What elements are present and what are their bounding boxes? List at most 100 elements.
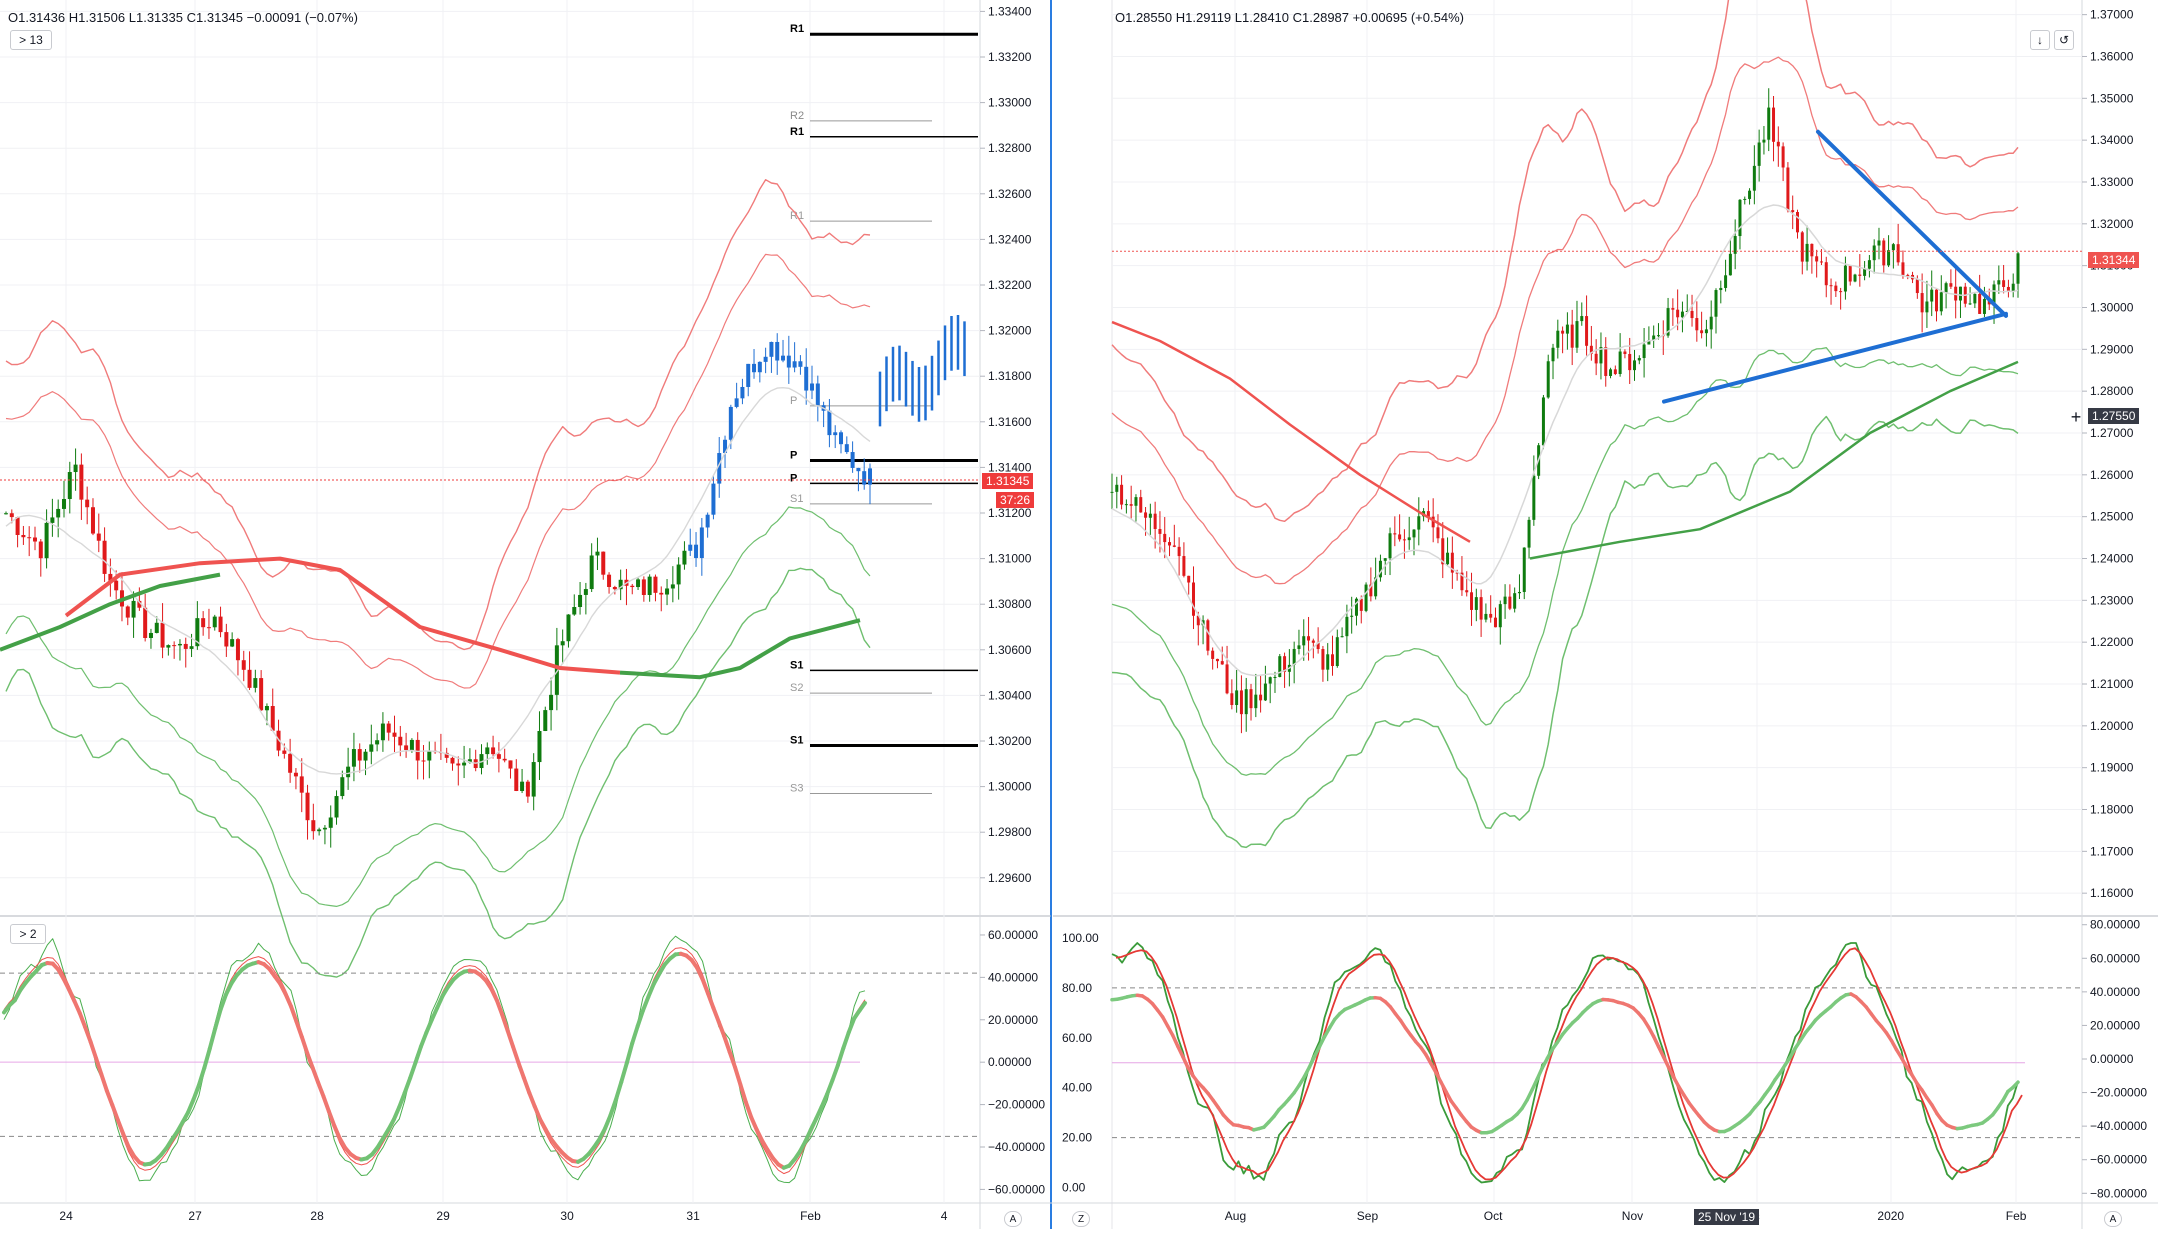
right-candle-body bbox=[1681, 312, 1684, 318]
right-candle-body bbox=[1417, 516, 1420, 529]
left-candle-body bbox=[271, 706, 275, 731]
right-price-tick-label: 1.37000 bbox=[2090, 8, 2134, 22]
indicators-collapse-button[interactable]: > 13 bbox=[10, 30, 52, 50]
left-osc-tick-label: 40.00000 bbox=[988, 970, 1038, 984]
right-candle-body bbox=[1772, 108, 1775, 142]
left-candle-body bbox=[381, 724, 385, 741]
right-osc-right-tick-label: −80.00000 bbox=[2090, 1186, 2147, 1200]
right-candle-body bbox=[1901, 262, 1904, 275]
left-price-tick-label: 1.32400 bbox=[988, 232, 1032, 246]
right-time-label: Feb bbox=[2006, 1209, 2027, 1223]
right-candle-body bbox=[1192, 583, 1195, 616]
right-red-ema bbox=[1112, 322, 1470, 542]
right-candle-body bbox=[1489, 614, 1492, 618]
crosshair-plus-icon[interactable]: + bbox=[2068, 409, 2084, 425]
right-candle-body bbox=[1120, 485, 1123, 505]
left-candle-body bbox=[775, 342, 779, 361]
left-candle-body bbox=[410, 740, 414, 750]
right-auto-scale-button[interactable]: A bbox=[2104, 1211, 2122, 1227]
left-osc-tick-label: −60.00000 bbox=[988, 1182, 1045, 1196]
charts-canvas: 1.334001.332001.330001.328001.326001.324… bbox=[0, 0, 2158, 1229]
right-candle-body bbox=[1360, 599, 1363, 611]
right-candle-body bbox=[1398, 534, 1401, 539]
left-osc-main-line bbox=[215, 1010, 220, 1029]
right-upper-band-inner bbox=[1112, 57, 2018, 584]
left-candle-body bbox=[706, 515, 710, 528]
left-candle-body bbox=[369, 744, 373, 751]
left-candle-body bbox=[566, 615, 570, 642]
left-close: C1.31345 bbox=[187, 10, 243, 25]
right-time-label: Oct bbox=[1484, 1209, 1503, 1223]
right-candle-body bbox=[1839, 291, 1842, 292]
left-candle-body bbox=[665, 588, 669, 594]
right-time-label: Sep bbox=[1357, 1209, 1379, 1223]
right-time-label: Aug bbox=[1225, 1209, 1246, 1223]
left-osc-main-line bbox=[405, 1078, 410, 1093]
left-price-tick-label: 1.32000 bbox=[988, 324, 1032, 338]
left-candle-body bbox=[793, 361, 797, 367]
left-auto-scale-button[interactable]: A bbox=[1004, 1211, 1022, 1227]
right-candle-body bbox=[1868, 260, 1871, 269]
right-candle-body bbox=[1168, 542, 1171, 545]
left-candle-body bbox=[595, 552, 599, 556]
left-osc-tick-label: 20.00000 bbox=[988, 1013, 1038, 1027]
right-candle-body bbox=[1230, 693, 1233, 705]
left-candle-body bbox=[816, 383, 820, 405]
left-candle-body bbox=[114, 581, 118, 591]
left-candle-body bbox=[288, 754, 292, 773]
right-price-tick-label: 1.34000 bbox=[2090, 133, 2134, 147]
left-middle-band bbox=[6, 388, 870, 774]
right-zoom-button[interactable]: Z bbox=[1072, 1211, 1090, 1227]
left-osc-main-line bbox=[96, 1058, 101, 1074]
right-candle-body bbox=[1738, 200, 1741, 236]
left-candle-body bbox=[340, 777, 344, 796]
right-candle-body bbox=[1767, 108, 1770, 140]
right-osc-right-tick-label: 40.00000 bbox=[2090, 985, 2140, 999]
left-osc-main-line bbox=[822, 1094, 827, 1107]
right-price-tick-label: 1.17000 bbox=[2090, 844, 2134, 858]
left-candle-body bbox=[323, 828, 327, 830]
left-candle-body bbox=[561, 641, 565, 645]
left-price-tick-label: 1.31000 bbox=[988, 552, 1032, 566]
left-candle-body bbox=[688, 545, 692, 551]
right-candle-body bbox=[1154, 514, 1157, 529]
right-candle-body bbox=[1561, 331, 1564, 334]
left-osc-main-line bbox=[860, 1003, 865, 1011]
right-candle-body bbox=[1825, 262, 1828, 285]
left-osc-main-line bbox=[616, 1082, 621, 1100]
left-candle-body bbox=[700, 527, 704, 558]
right-candle-body bbox=[1940, 292, 1943, 311]
right-osc-right-tick-label: 20.00000 bbox=[2090, 1018, 2140, 1032]
left-candle-body bbox=[537, 731, 541, 762]
right-candle-body bbox=[1293, 649, 1296, 665]
right-close: C1.28987 bbox=[1293, 10, 1349, 25]
left-price-tick-label: 1.31800 bbox=[988, 369, 1032, 383]
left-candle-body bbox=[346, 767, 350, 778]
right-candle-body bbox=[1638, 358, 1641, 360]
right-candle-body bbox=[1983, 299, 1986, 314]
left-osc-main-line bbox=[85, 1027, 90, 1042]
left-osc-main-line bbox=[708, 993, 713, 1007]
left-price-tick-label: 1.29800 bbox=[988, 825, 1032, 839]
left-candle-body bbox=[155, 623, 159, 633]
left-candle-body bbox=[21, 535, 25, 537]
right-candle-body bbox=[2002, 280, 2005, 287]
right-candle-body bbox=[1748, 191, 1751, 199]
right-candle-body bbox=[1125, 504, 1128, 505]
left-time-label: 4 bbox=[941, 1209, 948, 1223]
left-candle-body bbox=[375, 740, 379, 744]
right-candle-body bbox=[1528, 520, 1531, 548]
left-candle-body bbox=[845, 444, 849, 452]
left-candle-body bbox=[711, 484, 715, 515]
left-candle-body bbox=[248, 670, 252, 688]
left-candle-body bbox=[97, 534, 101, 541]
right-candle-body bbox=[1657, 335, 1660, 336]
oscillator-collapse-button[interactable]: > 2 bbox=[10, 924, 46, 944]
left-price-tick-label: 1.31200 bbox=[988, 506, 1032, 520]
right-candle-body bbox=[1796, 212, 1799, 232]
left-osc-main-line bbox=[307, 1053, 312, 1068]
left-osc-main-line bbox=[827, 1080, 832, 1094]
left-candle-body bbox=[224, 632, 228, 646]
arrow-down-icon[interactable]: ↓ bbox=[2030, 30, 2050, 50]
refresh-icon[interactable]: ↺ bbox=[2054, 30, 2074, 50]
